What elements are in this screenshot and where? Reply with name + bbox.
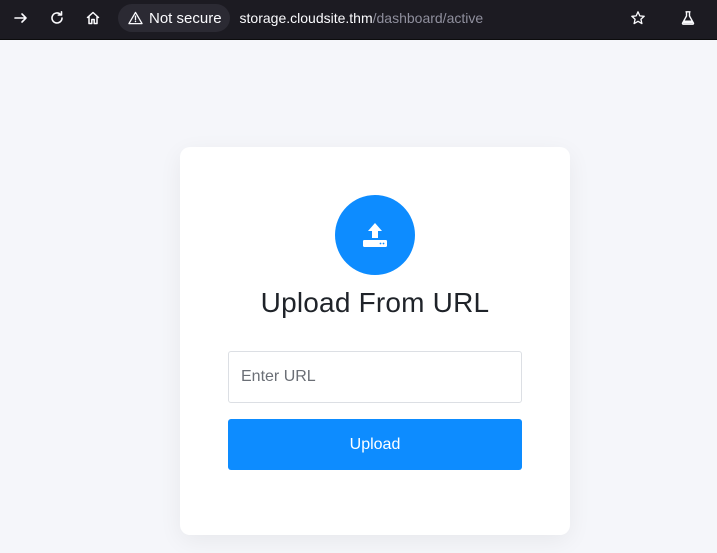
url-input[interactable] xyxy=(228,351,522,403)
upload-card: Upload From URL Upload xyxy=(180,147,570,535)
labs-button[interactable] xyxy=(674,4,702,32)
star-icon xyxy=(631,11,645,25)
page-title: Upload From URL xyxy=(260,287,490,318)
home-icon xyxy=(86,11,100,25)
security-label: Not secure xyxy=(149,9,222,27)
browser-toolbar: Not secure storage.cloudsite.thm/dashboa… xyxy=(0,0,717,40)
url-path: /dashboard/active xyxy=(372,10,484,26)
home-button[interactable] xyxy=(79,4,107,32)
warning-triangle-icon xyxy=(128,11,143,25)
upload-icon xyxy=(363,223,387,247)
reload-icon xyxy=(51,11,63,24)
arrow-right-icon xyxy=(14,13,27,23)
reload-button[interactable] xyxy=(43,4,71,32)
page-content: Upload From URL Upload xyxy=(0,41,717,553)
upload-icon-badge xyxy=(335,195,415,275)
url-text[interactable]: storage.cloudsite.thm/dashboard/active xyxy=(240,10,484,26)
address-bar[interactable]: Not secure storage.cloudsite.thm/dashboa… xyxy=(118,2,658,34)
security-indicator[interactable]: Not secure xyxy=(118,4,230,32)
flask-icon xyxy=(681,11,695,25)
bookmark-button[interactable] xyxy=(624,4,652,32)
url-host: storage.cloudsite.thm xyxy=(239,10,373,26)
upload-button[interactable]: Upload xyxy=(228,419,522,470)
forward-button[interactable] xyxy=(7,4,35,32)
